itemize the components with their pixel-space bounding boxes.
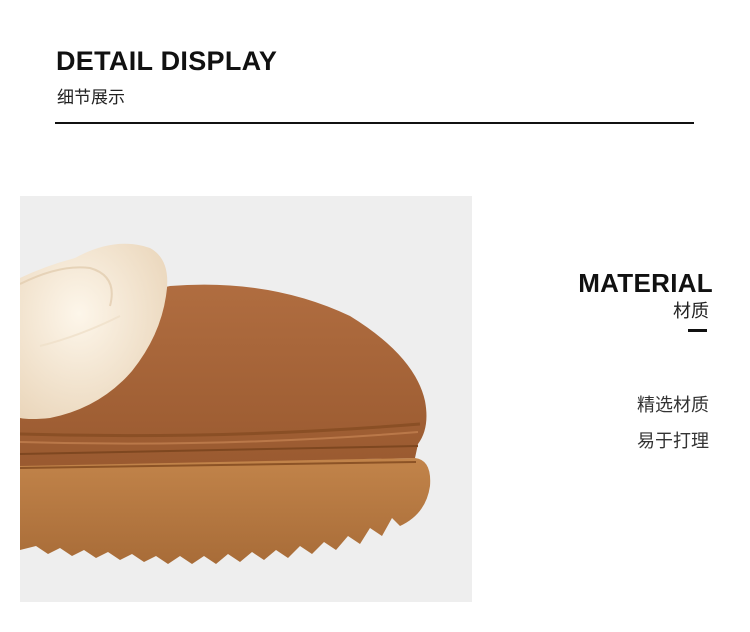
sole-shape	[20, 458, 431, 564]
title-divider	[55, 122, 694, 124]
material-heading: MATERIAL	[578, 268, 713, 298]
section-subtitle: 细节展示	[57, 88, 125, 108]
section-title: DETAIL DISPLAY	[56, 46, 278, 76]
feature-item: 易于打理	[637, 431, 709, 452]
feature-item: 精选材质	[637, 395, 709, 416]
material-divider	[688, 329, 707, 332]
material-subheading: 材质	[673, 301, 709, 322]
product-detail-photo	[20, 196, 472, 602]
slipper-illustration	[20, 243, 431, 564]
